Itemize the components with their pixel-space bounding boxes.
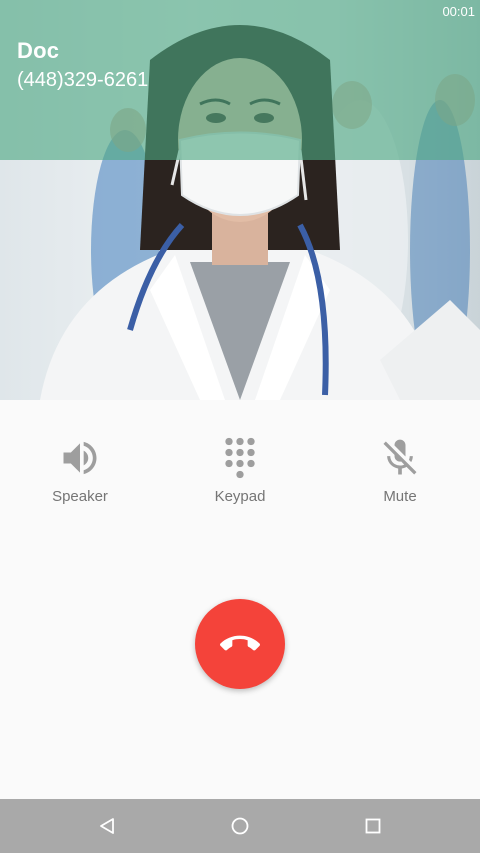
system-nav-bar xyxy=(0,799,480,853)
keypad-label: Keypad xyxy=(214,488,266,505)
dialpad-icon xyxy=(225,437,255,479)
caller-name: Doc xyxy=(17,38,60,63)
caller-photo: 00:01 Doc (448)329-6261 xyxy=(0,0,480,400)
mute-button[interactable]: Mute xyxy=(340,436,460,516)
speaker-label: Speaker xyxy=(52,488,108,505)
mute-label: Mute xyxy=(383,488,417,505)
home-icon[interactable] xyxy=(226,812,254,840)
back-icon[interactable] xyxy=(93,812,121,840)
mic-off-icon xyxy=(383,439,417,475)
caller-number: (448)329-6261 xyxy=(17,69,149,91)
end-call-button[interactable] xyxy=(195,599,285,689)
keypad-button[interactable]: Keypad xyxy=(180,436,300,516)
recents-icon[interactable] xyxy=(359,812,387,840)
speaker-button[interactable]: Speaker xyxy=(20,436,140,516)
hang-up-icon xyxy=(220,635,260,651)
status-bar-clock: 00:01 xyxy=(442,4,475,19)
speaker-icon xyxy=(63,441,97,475)
